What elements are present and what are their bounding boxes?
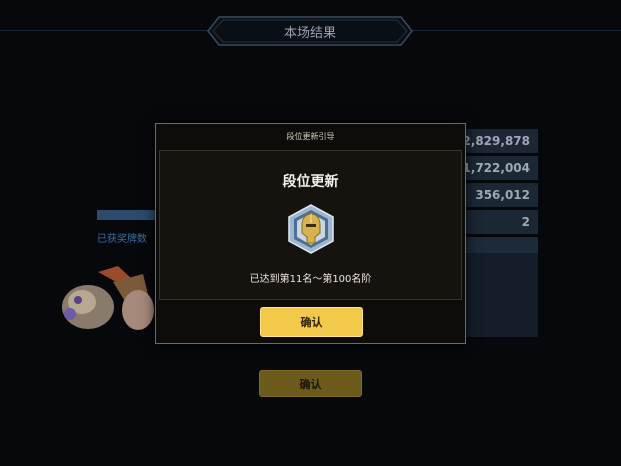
rank-description: 已达到第11名～第100名阶 <box>249 274 372 285</box>
character-sprites <box>62 266 154 330</box>
dialog-content: 段位更新 已达到第11名～第100名阶 <box>159 150 462 300</box>
stat-score-1: 2,829,878 <box>462 129 538 153</box>
rank-emblem-icon <box>288 204 334 254</box>
cards-label: 已获奖牌数 <box>97 234 147 245</box>
stat-score-4: 2 <box>466 210 538 234</box>
rank-title: 段位更新 <box>282 174 339 190</box>
result-title-banner: 本场结果 <box>207 16 413 46</box>
side-panel-header <box>466 237 538 253</box>
confirm-button[interactable]: 确认 <box>260 307 363 337</box>
result-title-text: 本场结果 <box>283 25 336 41</box>
stat-score-3: 356,012 <box>466 183 538 207</box>
background-confirm-button: 确认 <box>259 370 362 397</box>
dialog-header: 段位更新引导 <box>286 131 335 141</box>
stat-score-2: 1,722,004 <box>462 156 538 180</box>
progress-bar <box>97 210 155 220</box>
rank-update-dialog: 段位更新引导 段位更新 已达到第11名～第100名阶 确认 <box>155 123 466 344</box>
